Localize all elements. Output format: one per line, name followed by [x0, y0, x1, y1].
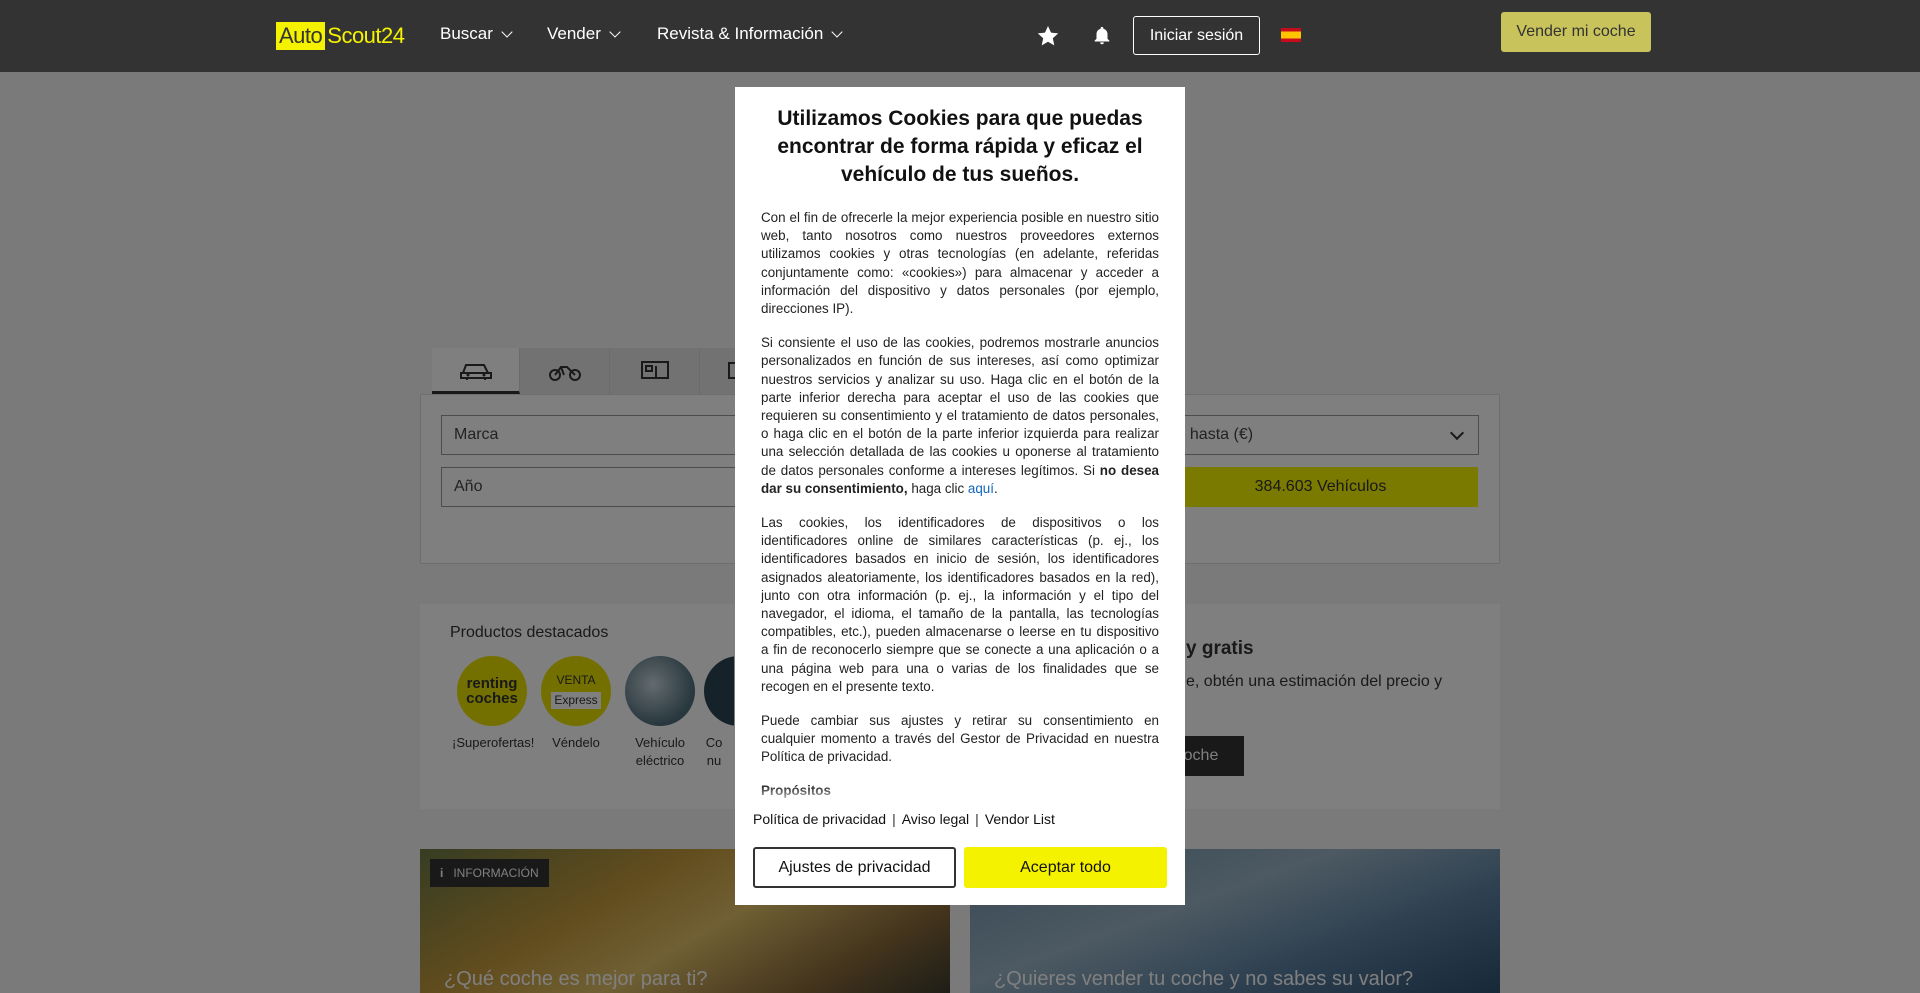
nav-revista[interactable]: Revista & Información — [657, 24, 843, 44]
click-text: haga clic — [911, 480, 965, 496]
privacy-settings-button[interactable]: Ajustes de privacidad — [753, 847, 956, 888]
nav-revista-label: Revista & Información — [657, 24, 824, 43]
privacy-policy-link[interactable]: Política de privacidad — [753, 811, 886, 827]
legal-links: Política de privacidad | Aviso legal | V… — [753, 811, 1055, 827]
star-icon[interactable] — [1034, 22, 1062, 50]
top-navbar: Auto Scout24 Buscar Vender Revista & Info… — [0, 0, 1920, 72]
chevron-down-icon — [831, 26, 843, 38]
cookie-dialog-body[interactable]: Con el fin de ofrecerle la mejor experie… — [761, 209, 1159, 803]
cookie-paragraph-2: Si consiente el uso de las cookies, podr… — [761, 335, 1159, 496]
spain-flag-icon[interactable] — [1281, 28, 1301, 42]
legal-notice-link[interactable]: Aviso legal — [902, 811, 969, 827]
logo-scout-text: Scout24 — [327, 23, 405, 48]
chevron-down-icon — [609, 26, 621, 38]
reject-here-link[interactable]: aquí — [968, 481, 994, 496]
vendor-list-link[interactable]: Vendor List — [985, 811, 1055, 827]
logo-auto-text: Auto — [276, 22, 326, 50]
chevron-down-icon — [501, 26, 513, 38]
link-separator: | — [975, 811, 979, 827]
nav-buscar[interactable]: Buscar — [440, 24, 513, 44]
link-separator: | — [892, 811, 896, 827]
nav-vender-label: Vender — [547, 24, 601, 43]
cookie-paragraph-1: Con el fin de ofrecerle la mejor experie… — [761, 210, 1159, 317]
cookie-paragraph-4: Puede cambiar sus ajustes y retirar su c… — [761, 713, 1159, 765]
autoscout24-logo[interactable]: Auto Scout24 — [276, 21, 405, 51]
accept-all-button[interactable]: Aceptar todo — [964, 847, 1167, 888]
cookie-paragraph-2-text: Si consiente el uso de las cookies, podr… — [761, 335, 1159, 478]
nav-buscar-label: Buscar — [440, 24, 493, 43]
nav-vender[interactable]: Vender — [547, 24, 621, 44]
cookie-consent-dialog: Utilizamos Cookies para que puedas encon… — [735, 87, 1185, 905]
cookie-paragraph-3: Las cookies, los identificadores de disp… — [761, 515, 1159, 694]
login-button[interactable]: Iniciar sesión — [1133, 16, 1260, 55]
scroll-fade — [761, 787, 1159, 805]
bell-icon[interactable] — [1088, 22, 1116, 50]
cookie-dialog-title: Utilizamos Cookies para que puedas encon… — [777, 107, 1143, 186]
sell-my-car-button[interactable]: Vender mi coche — [1501, 12, 1651, 52]
